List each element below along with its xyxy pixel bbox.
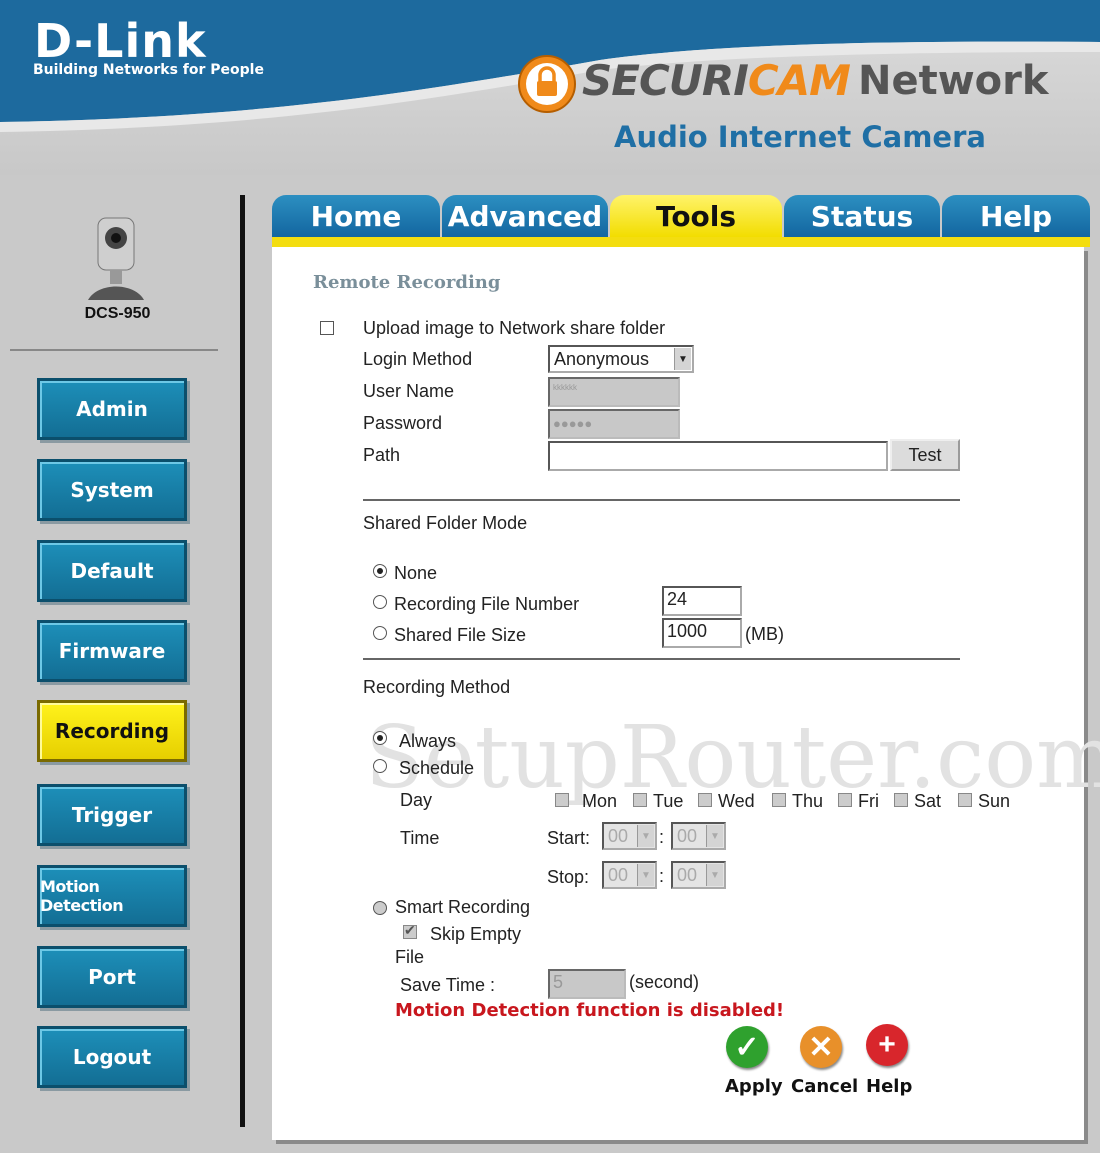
sidebar-item-motion-detection[interactable]: Motion Detection: [37, 865, 187, 927]
day-label-wed: Wed: [718, 791, 755, 811]
day-label-mon: Mon: [582, 791, 618, 811]
none-label: None: [394, 563, 438, 583]
tab-advanced[interactable]: Advanced: [442, 195, 608, 237]
start-minute-select[interactable]: 00 ▼: [671, 822, 726, 850]
dlink-tagline: Building Networks for People: [33, 62, 264, 78]
chevron-down-icon: ▼: [674, 348, 691, 370]
apply-button[interactable]: Apply: [725, 1076, 783, 1097]
day-checkbox-wed[interactable]: [698, 793, 712, 807]
chevron-down-icon: ▼: [637, 825, 654, 847]
tab-bar: Home Advanced Tools Status Help: [272, 195, 1090, 245]
shared-folder-mode-label: Shared Folder Mode: [363, 513, 528, 533]
tab-home[interactable]: Home: [272, 195, 440, 237]
login-method-label: Login Method: [363, 349, 473, 369]
sidebar-item-logout[interactable]: Logout: [37, 1026, 187, 1088]
save-time-label: Save Time :: [400, 975, 496, 995]
recording-method-label: Recording Method: [363, 677, 511, 697]
camera-icon: [88, 217, 144, 300]
day-checkbox-tue[interactable]: [633, 793, 647, 807]
login-method-select[interactable]: Anonymous ▼: [548, 345, 694, 373]
day-label-sat: Sat: [914, 791, 942, 811]
stop-label: Stop:: [547, 867, 590, 887]
day-checkbox-sat[interactable]: [894, 793, 908, 807]
schedule-label: Schedule: [399, 758, 475, 778]
sidebar-item-admin[interactable]: Admin: [37, 378, 187, 440]
camera-model-label: DCS-950: [84, 305, 151, 322]
lock-icon: [518, 55, 576, 113]
securicam-logo: SECURICAM: [582, 56, 851, 105]
upload-label: Upload image to Network share folder: [363, 318, 666, 338]
chevron-down-icon: ▼: [637, 864, 654, 886]
day-checkbox-mon[interactable]: [555, 793, 569, 807]
sidebar-item-system[interactable]: System: [37, 459, 187, 521]
upload-checkbox[interactable]: [320, 321, 334, 335]
tab-tools[interactable]: Tools: [610, 195, 782, 237]
skip-empty-checkbox[interactable]: [403, 922, 417, 939]
stop-hour-select[interactable]: 00 ▼: [602, 861, 657, 889]
shared-file-size-input[interactable]: 1000: [662, 618, 742, 648]
day-checkbox-sun[interactable]: [958, 793, 972, 807]
time-separator: :: [659, 827, 665, 847]
user-name-label: User Name: [363, 381, 455, 401]
shared-file-size-label: Shared File Size: [394, 625, 527, 645]
sidebar-item-default[interactable]: Default: [37, 540, 187, 602]
time-label: Time: [400, 828, 440, 848]
radio-smart-recording[interactable]: [373, 901, 387, 915]
sidebar-item-firmware[interactable]: Firmware: [37, 620, 187, 682]
divider: [363, 658, 960, 660]
radio-shared-file-size[interactable]: [373, 626, 387, 640]
always-label: Always: [399, 731, 457, 751]
cancel-button[interactable]: Cancel: [791, 1076, 858, 1097]
sidebar-item-recording[interactable]: Recording: [37, 700, 187, 762]
user-name-input[interactable]: kkkkkk: [548, 377, 680, 407]
day-label-sun: Sun: [978, 791, 1011, 811]
skip-empty-label: Skip Empty: [430, 924, 522, 944]
password-label: Password: [363, 413, 443, 433]
divider: [363, 499, 960, 501]
apply-icon[interactable]: ✓: [726, 1026, 768, 1068]
tab-help[interactable]: Help: [942, 195, 1090, 237]
vertical-divider: [240, 195, 245, 1127]
save-time-unit: (second): [629, 972, 700, 992]
radio-recording-file-number[interactable]: [373, 595, 387, 609]
sidebar-item-trigger[interactable]: Trigger: [37, 784, 187, 846]
save-time-input[interactable]: 5: [548, 969, 626, 999]
radio-always[interactable]: [373, 731, 387, 745]
start-label: Start:: [547, 828, 591, 848]
path-label: Path: [363, 445, 401, 465]
smart-recording-label: Smart Recording: [395, 897, 531, 917]
day-label-fri: Fri: [858, 791, 879, 811]
start-hour-select[interactable]: 00 ▼: [602, 822, 657, 850]
tab-status[interactable]: Status: [784, 195, 940, 237]
day-label: Day: [400, 790, 433, 810]
file-size-unit: (MB): [745, 624, 784, 644]
time-separator: :: [659, 866, 665, 886]
sidebar-item-port[interactable]: Port: [37, 946, 187, 1008]
stop-minute-select[interactable]: 00 ▼: [671, 861, 726, 889]
section-title: Remote Recording: [313, 272, 501, 293]
motion-warning: Motion Detection function is disabled!: [395, 1000, 785, 1021]
product-network-label: Network: [858, 58, 1049, 104]
day-label-thu: Thu: [792, 791, 824, 811]
help-button[interactable]: Help: [866, 1076, 912, 1097]
password-input[interactable]: ●●●●●: [548, 409, 680, 439]
file-label: File: [395, 947, 425, 967]
dlink-logo: D-Link: [34, 14, 207, 68]
product-subtitle: Audio Internet Camera: [614, 120, 986, 154]
sidebar-divider: [10, 349, 218, 351]
radio-none[interactable]: [373, 564, 387, 578]
recording-file-number-input[interactable]: 24: [662, 586, 742, 616]
test-button[interactable]: Test: [890, 439, 960, 471]
cancel-icon[interactable]: ✕: [800, 1026, 842, 1068]
day-checkbox-fri[interactable]: [838, 793, 852, 807]
day-checkbox-thu[interactable]: [772, 793, 786, 807]
chevron-down-icon: ▼: [706, 864, 723, 886]
recording-file-number-label: Recording File Number: [394, 594, 580, 614]
path-input[interactable]: [548, 441, 888, 471]
day-label-tue: Tue: [653, 791, 684, 811]
chevron-down-icon: ▼: [706, 825, 723, 847]
help-icon[interactable]: +: [866, 1024, 908, 1066]
radio-schedule[interactable]: [373, 759, 387, 773]
